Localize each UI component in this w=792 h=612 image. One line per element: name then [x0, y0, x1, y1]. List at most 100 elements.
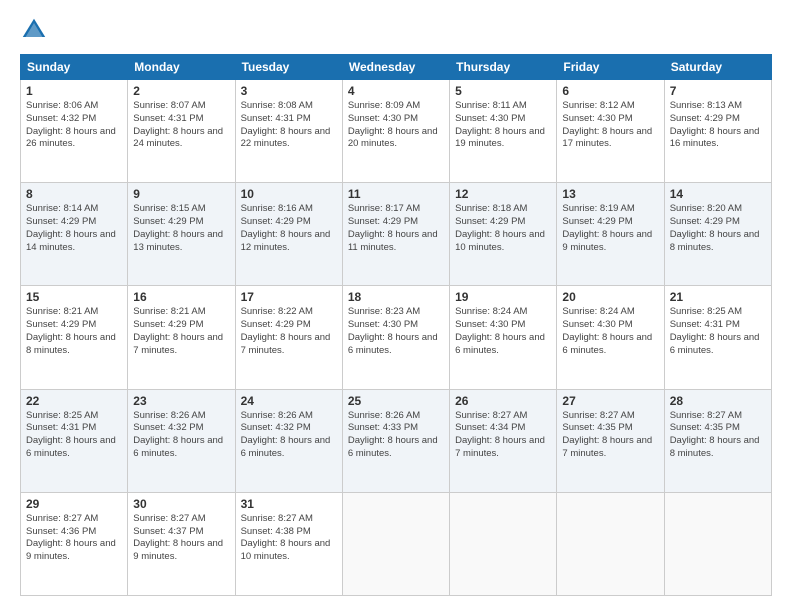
day-number: 11 — [348, 187, 444, 201]
calendar-cell: 17 Sunrise: 8:22 AMSunset: 4:29 PMDaylig… — [235, 286, 342, 389]
calendar-cell: 4 Sunrise: 8:09 AMSunset: 4:30 PMDayligh… — [342, 80, 449, 183]
day-number: 6 — [562, 84, 658, 98]
day-info: Sunrise: 8:21 AMSunset: 4:29 PMDaylight:… — [133, 306, 223, 355]
day-number: 18 — [348, 290, 444, 304]
calendar-cell: 14 Sunrise: 8:20 AMSunset: 4:29 PMDaylig… — [664, 183, 771, 286]
calendar-cell — [557, 492, 664, 595]
day-number: 14 — [670, 187, 766, 201]
logo — [20, 16, 52, 44]
calendar-cell: 10 Sunrise: 8:16 AMSunset: 4:29 PMDaylig… — [235, 183, 342, 286]
calendar-cell: 3 Sunrise: 8:08 AMSunset: 4:31 PMDayligh… — [235, 80, 342, 183]
day-number: 28 — [670, 394, 766, 408]
day-number: 15 — [26, 290, 122, 304]
page: SundayMondayTuesdayWednesdayThursdayFrid… — [0, 0, 792, 612]
day-number: 12 — [455, 187, 551, 201]
col-header-friday: Friday — [557, 55, 664, 80]
calendar-cell: 15 Sunrise: 8:21 AMSunset: 4:29 PMDaylig… — [21, 286, 128, 389]
day-info: Sunrise: 8:25 AMSunset: 4:31 PMDaylight:… — [670, 306, 760, 355]
day-info: Sunrise: 8:25 AMSunset: 4:31 PMDaylight:… — [26, 410, 116, 459]
calendar-cell: 8 Sunrise: 8:14 AMSunset: 4:29 PMDayligh… — [21, 183, 128, 286]
calendar-cell: 22 Sunrise: 8:25 AMSunset: 4:31 PMDaylig… — [21, 389, 128, 492]
day-number: 7 — [670, 84, 766, 98]
day-info: Sunrise: 8:17 AMSunset: 4:29 PMDaylight:… — [348, 203, 438, 252]
col-header-saturday: Saturday — [664, 55, 771, 80]
calendar-cell: 5 Sunrise: 8:11 AMSunset: 4:30 PMDayligh… — [450, 80, 557, 183]
day-info: Sunrise: 8:22 AMSunset: 4:29 PMDaylight:… — [241, 306, 331, 355]
logo-icon — [20, 16, 48, 44]
calendar-cell: 25 Sunrise: 8:26 AMSunset: 4:33 PMDaylig… — [342, 389, 449, 492]
calendar-cell: 1 Sunrise: 8:06 AMSunset: 4:32 PMDayligh… — [21, 80, 128, 183]
day-info: Sunrise: 8:27 AMSunset: 4:34 PMDaylight:… — [455, 410, 545, 459]
calendar-cell — [342, 492, 449, 595]
day-number: 29 — [26, 497, 122, 511]
day-number: 22 — [26, 394, 122, 408]
col-header-sunday: Sunday — [21, 55, 128, 80]
day-info: Sunrise: 8:21 AMSunset: 4:29 PMDaylight:… — [26, 306, 116, 355]
day-number: 21 — [670, 290, 766, 304]
day-number: 17 — [241, 290, 337, 304]
calendar-cell — [450, 492, 557, 595]
day-info: Sunrise: 8:20 AMSunset: 4:29 PMDaylight:… — [670, 203, 760, 252]
day-number: 10 — [241, 187, 337, 201]
calendar-cell: 21 Sunrise: 8:25 AMSunset: 4:31 PMDaylig… — [664, 286, 771, 389]
col-header-wednesday: Wednesday — [342, 55, 449, 80]
calendar-cell: 13 Sunrise: 8:19 AMSunset: 4:29 PMDaylig… — [557, 183, 664, 286]
day-number: 4 — [348, 84, 444, 98]
day-number: 26 — [455, 394, 551, 408]
calendar-cell: 29 Sunrise: 8:27 AMSunset: 4:36 PMDaylig… — [21, 492, 128, 595]
day-info: Sunrise: 8:18 AMSunset: 4:29 PMDaylight:… — [455, 203, 545, 252]
day-info: Sunrise: 8:26 AMSunset: 4:33 PMDaylight:… — [348, 410, 438, 459]
day-info: Sunrise: 8:16 AMSunset: 4:29 PMDaylight:… — [241, 203, 331, 252]
day-number: 31 — [241, 497, 337, 511]
calendar-cell: 30 Sunrise: 8:27 AMSunset: 4:37 PMDaylig… — [128, 492, 235, 595]
day-info: Sunrise: 8:14 AMSunset: 4:29 PMDaylight:… — [26, 203, 116, 252]
calendar-cell: 28 Sunrise: 8:27 AMSunset: 4:35 PMDaylig… — [664, 389, 771, 492]
calendar-cell: 24 Sunrise: 8:26 AMSunset: 4:32 PMDaylig… — [235, 389, 342, 492]
calendar-cell: 6 Sunrise: 8:12 AMSunset: 4:30 PMDayligh… — [557, 80, 664, 183]
calendar-table: SundayMondayTuesdayWednesdayThursdayFrid… — [20, 54, 772, 596]
calendar-cell: 18 Sunrise: 8:23 AMSunset: 4:30 PMDaylig… — [342, 286, 449, 389]
day-info: Sunrise: 8:27 AMSunset: 4:36 PMDaylight:… — [26, 513, 116, 562]
day-info: Sunrise: 8:27 AMSunset: 4:38 PMDaylight:… — [241, 513, 331, 562]
day-number: 3 — [241, 84, 337, 98]
calendar-cell: 31 Sunrise: 8:27 AMSunset: 4:38 PMDaylig… — [235, 492, 342, 595]
day-info: Sunrise: 8:27 AMSunset: 4:35 PMDaylight:… — [670, 410, 760, 459]
col-header-thursday: Thursday — [450, 55, 557, 80]
header — [20, 16, 772, 44]
col-header-tuesday: Tuesday — [235, 55, 342, 80]
calendar-cell: 23 Sunrise: 8:26 AMSunset: 4:32 PMDaylig… — [128, 389, 235, 492]
calendar-cell: 27 Sunrise: 8:27 AMSunset: 4:35 PMDaylig… — [557, 389, 664, 492]
day-info: Sunrise: 8:19 AMSunset: 4:29 PMDaylight:… — [562, 203, 652, 252]
day-number: 5 — [455, 84, 551, 98]
day-info: Sunrise: 8:23 AMSunset: 4:30 PMDaylight:… — [348, 306, 438, 355]
calendar-cell: 26 Sunrise: 8:27 AMSunset: 4:34 PMDaylig… — [450, 389, 557, 492]
day-info: Sunrise: 8:06 AMSunset: 4:32 PMDaylight:… — [26, 100, 116, 149]
day-number: 1 — [26, 84, 122, 98]
day-info: Sunrise: 8:09 AMSunset: 4:30 PMDaylight:… — [348, 100, 438, 149]
day-number: 20 — [562, 290, 658, 304]
calendar-cell — [664, 492, 771, 595]
day-info: Sunrise: 8:12 AMSunset: 4:30 PMDaylight:… — [562, 100, 652, 149]
day-info: Sunrise: 8:08 AMSunset: 4:31 PMDaylight:… — [241, 100, 331, 149]
day-number: 27 — [562, 394, 658, 408]
col-header-monday: Monday — [128, 55, 235, 80]
calendar-cell: 9 Sunrise: 8:15 AMSunset: 4:29 PMDayligh… — [128, 183, 235, 286]
calendar-cell: 12 Sunrise: 8:18 AMSunset: 4:29 PMDaylig… — [450, 183, 557, 286]
calendar-cell: 20 Sunrise: 8:24 AMSunset: 4:30 PMDaylig… — [557, 286, 664, 389]
day-info: Sunrise: 8:15 AMSunset: 4:29 PMDaylight:… — [133, 203, 223, 252]
day-info: Sunrise: 8:11 AMSunset: 4:30 PMDaylight:… — [455, 100, 545, 149]
day-number: 30 — [133, 497, 229, 511]
day-info: Sunrise: 8:27 AMSunset: 4:35 PMDaylight:… — [562, 410, 652, 459]
calendar-cell: 19 Sunrise: 8:24 AMSunset: 4:30 PMDaylig… — [450, 286, 557, 389]
day-info: Sunrise: 8:13 AMSunset: 4:29 PMDaylight:… — [670, 100, 760, 149]
day-number: 19 — [455, 290, 551, 304]
day-info: Sunrise: 8:26 AMSunset: 4:32 PMDaylight:… — [133, 410, 223, 459]
calendar-cell: 16 Sunrise: 8:21 AMSunset: 4:29 PMDaylig… — [128, 286, 235, 389]
day-info: Sunrise: 8:26 AMSunset: 4:32 PMDaylight:… — [241, 410, 331, 459]
day-info: Sunrise: 8:24 AMSunset: 4:30 PMDaylight:… — [562, 306, 652, 355]
day-number: 16 — [133, 290, 229, 304]
day-number: 2 — [133, 84, 229, 98]
day-number: 25 — [348, 394, 444, 408]
calendar-cell: 7 Sunrise: 8:13 AMSunset: 4:29 PMDayligh… — [664, 80, 771, 183]
day-number: 24 — [241, 394, 337, 408]
